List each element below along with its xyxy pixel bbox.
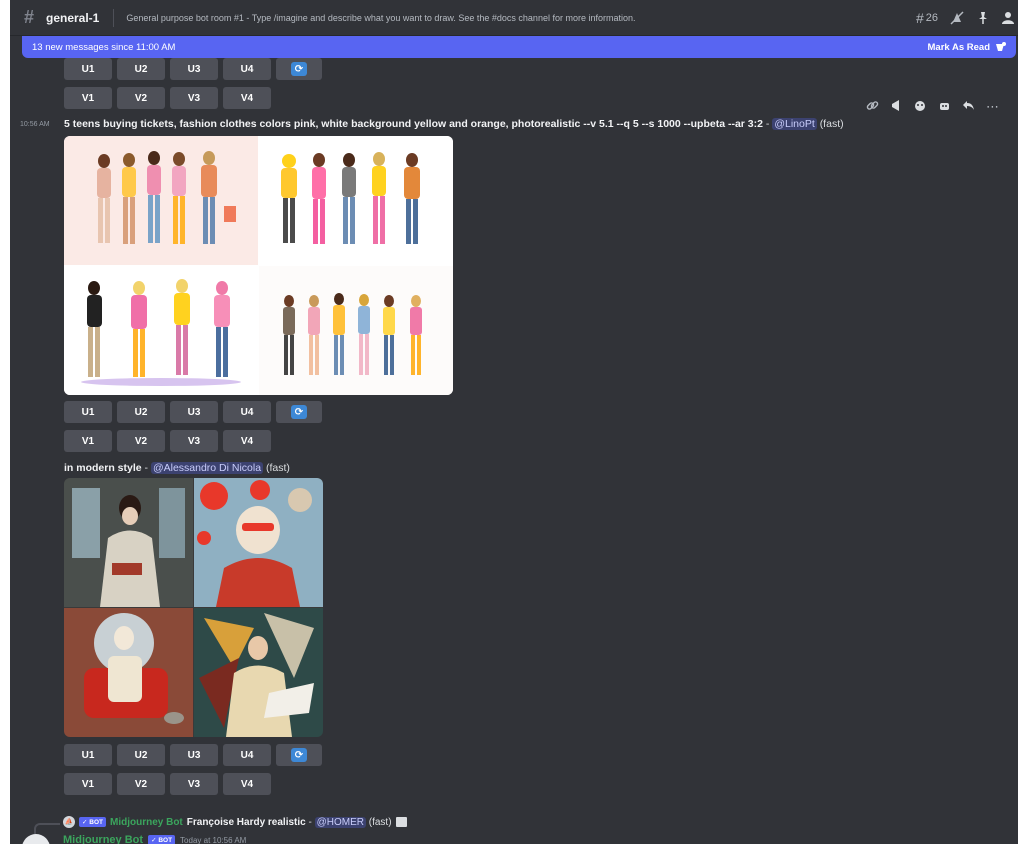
new-messages-banner[interactable]: 13 new messages since 11:00 AM Mark As R… (22, 36, 1016, 58)
variation-buttons-row-2: V1 V2 V3 V4 (64, 773, 271, 795)
u1-button[interactable]: U1 (64, 401, 112, 423)
message-timestamp: 10:56 AM (20, 121, 50, 128)
user-mention[interactable]: @Alessandro Di Nicola (150, 462, 264, 474)
add-reaction-icon[interactable] (914, 99, 927, 115)
u2-button[interactable]: U2 (117, 744, 165, 766)
channel-hash-icon: # (24, 7, 35, 27)
u4-button[interactable]: U4 (223, 744, 271, 766)
upscale-buttons-row-2: U1 U2 U3 U4 ⟳ (64, 744, 322, 766)
apps-icon[interactable] (938, 99, 951, 115)
mode-label: (fast) (819, 118, 844, 130)
v1-button[interactable]: V1 (64, 773, 112, 795)
mute-bell-icon[interactable] (950, 11, 964, 25)
u4-button[interactable]: U4 (223, 58, 271, 80)
channel-header: # general-1 General purpose bot room #1 … (10, 0, 1018, 36)
pin-icon[interactable] (976, 11, 990, 25)
message-separator: - (762, 118, 773, 130)
reply-bot-name[interactable]: Midjourney Bot (110, 817, 183, 828)
reroll-icon: ⟳ (291, 405, 307, 419)
mark-read-icon (996, 42, 1006, 51)
image-attachment-icon (395, 817, 407, 827)
u1-button[interactable]: U1 (64, 744, 112, 766)
u1-button[interactable]: U1 (64, 58, 112, 80)
user-mention[interactable]: @HOMER (314, 816, 366, 828)
v2-button[interactable]: V2 (117, 773, 165, 795)
v2-button[interactable]: V2 (117, 87, 165, 109)
bot-tag: ✓ BOT (79, 817, 106, 827)
message-prompt: 5 teens buying tickets, fashion clothes … (64, 118, 763, 130)
channel-name: general-1 (46, 10, 100, 25)
mark-as-read-label: Mark As Read (927, 41, 990, 53)
image-grid-modern-style[interactable] (64, 478, 323, 737)
reply-separator: - (305, 816, 315, 828)
u2-button[interactable]: U2 (117, 58, 165, 80)
variation-buttons-row-1: V1 V2 V3 V4 (64, 430, 271, 452)
threads-count: 26 (925, 12, 938, 24)
new-messages-text: 13 new messages since 11:00 AM (32, 41, 176, 53)
v3-button[interactable]: V3 (170, 773, 218, 795)
image-grid-teens[interactable] (64, 136, 453, 395)
message-content: 5 teens buying tickets, fashion clothes … (64, 118, 844, 130)
header-toolbar: #26 (916, 0, 1016, 36)
reply-text: Françoise Hardy realistic - @HOMER (fast… (186, 816, 392, 828)
reply-avatar: ⛵ (63, 816, 75, 828)
v1-button[interactable]: V1 (64, 430, 112, 452)
v1-button[interactable]: V1 (64, 87, 112, 109)
message-author-line: Midjourney Bot ✓ BOT Today at 10:56 AM (63, 834, 246, 844)
v4-button[interactable]: V4 (223, 773, 271, 795)
user-mention[interactable]: @LinoPt (772, 118, 817, 130)
announce-icon[interactable] (890, 99, 903, 115)
v2-button[interactable]: V2 (117, 430, 165, 452)
members-icon[interactable] (1002, 11, 1016, 25)
u4-button[interactable]: U4 (223, 401, 271, 423)
reply-icon[interactable] (962, 99, 975, 115)
u3-button[interactable]: U3 (170, 58, 218, 80)
bot-tag: ✓ BOT (148, 835, 176, 844)
v3-button[interactable]: V3 (170, 430, 218, 452)
threads-button[interactable]: #26 (916, 10, 938, 26)
threads-icon: # (915, 10, 924, 26)
v3-button[interactable]: V3 (170, 87, 218, 109)
mark-as-read-button[interactable]: Mark As Read (928, 42, 1006, 53)
upscale-buttons-row-0: U1 U2 U3 U4 ⟳ (64, 58, 322, 80)
reply-mode: (fast) (368, 816, 392, 828)
upscale-buttons-row-1: U1 U2 U3 U4 ⟳ (64, 401, 322, 423)
reroll-button[interactable]: ⟳ (276, 744, 322, 766)
message-content: in modern style - @Alessandro Di Nicola … (64, 462, 290, 474)
header-divider (113, 8, 115, 27)
author-name[interactable]: Midjourney Bot (63, 834, 143, 844)
mode-label: (fast) (266, 462, 290, 474)
reroll-icon: ⟳ (291, 62, 307, 76)
variation-buttons-row-0: V1 V2 V3 V4 (64, 87, 271, 109)
reply-reference[interactable]: ⛵ ✓ BOT Midjourney Bot Françoise Hardy r… (63, 816, 407, 828)
reroll-icon: ⟳ (291, 748, 307, 762)
discord-window: # general-1 General purpose bot room #1 … (10, 0, 1018, 844)
reroll-button[interactable]: ⟳ (276, 58, 322, 80)
message-separator: - (141, 462, 151, 474)
reroll-button[interactable]: ⟳ (276, 401, 322, 423)
message-actions-toolbar: ⋯ (866, 99, 999, 115)
message-prompt: in modern style (64, 462, 142, 474)
reply-prompt: Françoise Hardy realistic (186, 816, 306, 828)
copy-link-icon[interactable] (866, 99, 879, 115)
v4-button[interactable]: V4 (223, 430, 271, 452)
u3-button[interactable]: U3 (170, 401, 218, 423)
u3-button[interactable]: U3 (170, 744, 218, 766)
v4-button[interactable]: V4 (223, 87, 271, 109)
channel-topic[interactable]: General purpose bot room #1 - Type /imag… (126, 13, 635, 23)
author-timestamp: Today at 10:56 AM (180, 835, 247, 844)
more-options-icon[interactable]: ⋯ (986, 99, 999, 115)
u2-button[interactable]: U2 (117, 401, 165, 423)
